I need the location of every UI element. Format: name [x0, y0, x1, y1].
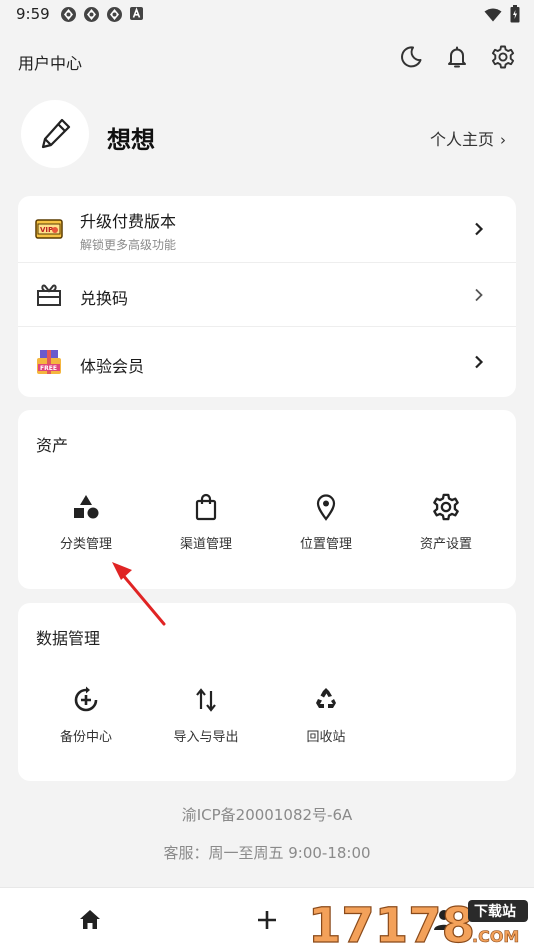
- data-management-grid: 备份中心 导入与导出 回收站: [26, 685, 508, 745]
- top-bar: 用户中心: [0, 38, 534, 80]
- shapes-icon: [74, 495, 99, 519]
- location-management-label: 位置管理: [299, 537, 352, 552]
- customer-service-hours: 客服：周一至周五 9:00-18:00: [163, 844, 371, 862]
- notification-app-icon: [83, 6, 100, 23]
- membership-card: VIP 升级付费版本 解锁更多高级功能 兑换码 FREE 体验会员: [18, 196, 516, 397]
- assets-title: 资产: [36, 436, 69, 455]
- import-export-icon: [196, 688, 216, 712]
- avatar[interactable]: [21, 100, 89, 168]
- notification-icons: [60, 6, 146, 23]
- svg-text:FREE: FREE: [40, 365, 57, 372]
- backup-center-label: 备份中心: [59, 730, 112, 745]
- wifi-icon: [484, 7, 502, 26]
- free-gift-icon: FREE: [37, 350, 61, 374]
- nav-home-button[interactable]: [76, 906, 104, 934]
- top-actions: [398, 44, 516, 70]
- upgrade-title: 升级付费版本: [80, 212, 177, 231]
- dark-mode-button[interactable]: [398, 44, 424, 70]
- redeem-code-title: 兑换码: [80, 289, 129, 308]
- gift-box-icon: [37, 284, 61, 306]
- chevron-right-icon: [475, 288, 483, 302]
- upgrade-row[interactable]: VIP 升级付费版本 解锁更多高级功能: [18, 196, 516, 262]
- import-export-label: 导入与导出: [173, 730, 239, 745]
- notification-app-icon: [60, 6, 77, 23]
- channel-management-button[interactable]: 渠道管理: [146, 492, 266, 552]
- system-icons: [484, 5, 520, 27]
- screen: 9:59 用户中心 想想 个人主页 › VIP 升级付费版本 解锁更多高级功能 …: [0, 0, 534, 950]
- settings-button[interactable]: [490, 44, 516, 70]
- homepage-link[interactable]: 个人主页 ›: [430, 126, 506, 150]
- page-title: 用户中心: [18, 54, 83, 73]
- asset-settings-button[interactable]: 资产设置: [386, 492, 506, 552]
- backup-icon: [74, 686, 98, 712]
- trial-membership-row[interactable]: FREE 体验会员: [18, 326, 516, 396]
- homepage-label: 个人主页: [429, 130, 494, 149]
- pencil-icon: [41, 118, 71, 149]
- assets-grid: 分类管理 渠道管理 位置管理 资产设置: [26, 492, 508, 552]
- shopping-bag-icon: [195, 493, 217, 521]
- recycle-bin-button[interactable]: 回收站: [266, 685, 386, 745]
- nav-add-button[interactable]: [253, 906, 281, 934]
- icp-license: 渝ICP备20001082号-6A: [181, 806, 353, 824]
- location-management-button[interactable]: 位置管理: [266, 492, 386, 552]
- notifications-button[interactable]: [444, 44, 470, 70]
- svg-text:VIP: VIP: [40, 226, 53, 234]
- trial-membership-title: 体验会员: [80, 357, 145, 376]
- asset-settings-label: 资产设置: [419, 537, 472, 552]
- chevron-right-icon: [475, 222, 484, 236]
- home-icon: [80, 910, 100, 929]
- nav-profile-button[interactable]: [430, 906, 458, 934]
- backup-center-button[interactable]: 备份中心: [26, 685, 146, 745]
- status-bar: 9:59: [0, 0, 534, 28]
- data-management-title: 数据管理: [36, 629, 101, 648]
- person-icon: [434, 910, 454, 930]
- channel-management-label: 渠道管理: [179, 537, 232, 552]
- recycle-icon: [316, 688, 336, 708]
- notification-app-icon: [106, 6, 123, 23]
- location-pin-icon: [316, 494, 336, 521]
- recycle-bin-label: 回收站: [306, 730, 346, 745]
- gear-icon: [491, 45, 515, 69]
- status-time: 9:59: [16, 5, 50, 23]
- redeem-code-row[interactable]: 兑换码: [18, 262, 516, 326]
- bottom-nav: [0, 887, 534, 950]
- username: 想想: [107, 126, 155, 154]
- notification-a-icon: [129, 6, 146, 23]
- chevron-right-icon: [475, 355, 484, 369]
- assets-card: 资产 分类管理 渠道管理 位置管理 资产设置: [18, 410, 516, 589]
- category-management-button[interactable]: 分类管理: [26, 492, 146, 552]
- import-export-button[interactable]: 导入与导出: [146, 685, 266, 745]
- plus-icon: [258, 911, 276, 929]
- battery-icon: [510, 5, 520, 27]
- category-management-label: 分类管理: [59, 537, 112, 552]
- gear-icon: [433, 493, 459, 521]
- data-management-card: 数据管理 备份中心 导入与导出 回收站: [18, 603, 516, 781]
- profile-header: 想想 个人主页 ›: [0, 100, 534, 172]
- vip-ticket-icon: VIP: [35, 219, 63, 239]
- chevron-right-icon: ›: [500, 131, 506, 149]
- moon-icon: [401, 46, 422, 68]
- bell-icon: [448, 46, 466, 68]
- upgrade-subtitle: 解锁更多高级功能: [80, 238, 177, 252]
